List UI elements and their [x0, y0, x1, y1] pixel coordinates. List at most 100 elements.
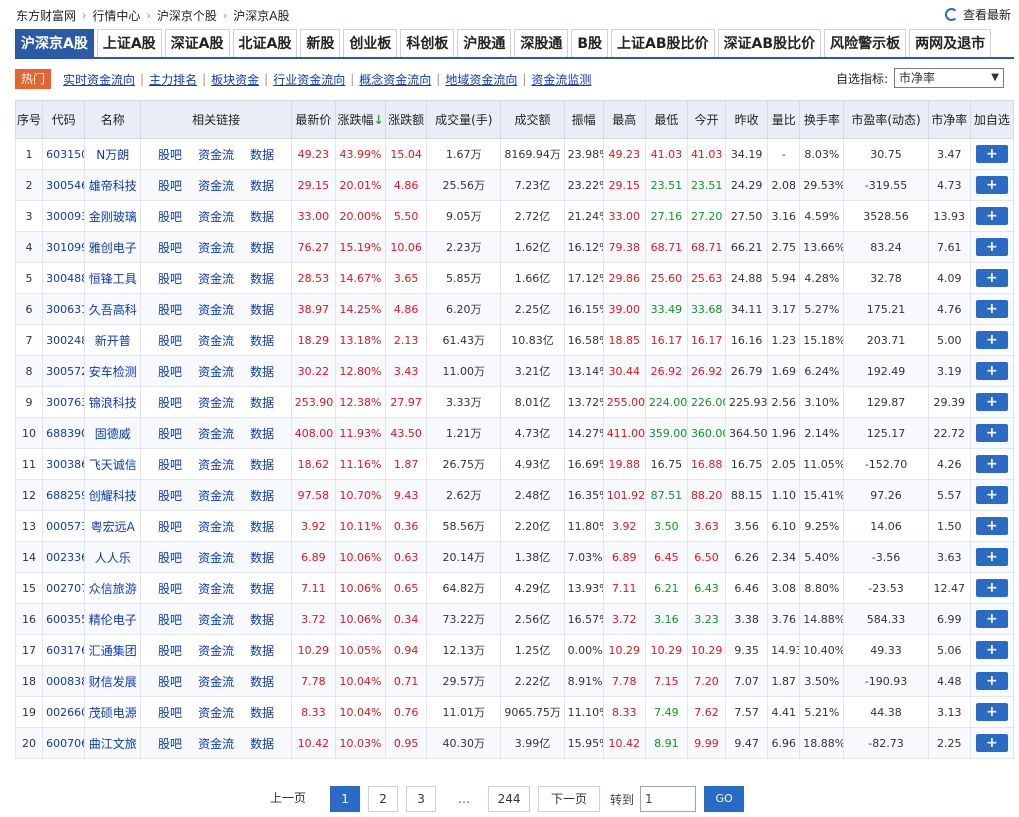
related-link[interactable]: 数据 — [250, 644, 274, 658]
add-favorite-button[interactable]: + — [975, 517, 1008, 535]
column-header[interactable]: 代码 — [42, 100, 86, 139]
related-link[interactable]: 数据 — [250, 706, 274, 720]
related-link[interactable]: 股吧 — [158, 272, 182, 286]
stock-name-link[interactable]: 粤宏远A — [84, 510, 142, 542]
related-link[interactable]: 数据 — [250, 613, 274, 627]
related-link[interactable]: 资金流 — [198, 148, 234, 162]
stock-code-link[interactable]: 300488 — [42, 262, 86, 294]
related-link[interactable]: 数据 — [250, 582, 274, 596]
breadcrumb-item[interactable]: 沪深京A股 — [233, 7, 289, 24]
related-link[interactable]: 资金流 — [198, 737, 234, 751]
column-header[interactable]: 最新价 — [290, 100, 336, 139]
related-link[interactable]: 资金流 — [198, 706, 234, 720]
stock-name-link[interactable]: 金刚玻璃 — [84, 200, 142, 232]
related-link[interactable]: 数据 — [250, 179, 274, 193]
column-header[interactable]: 加自选 — [969, 100, 1015, 139]
related-link[interactable]: 资金流 — [198, 520, 234, 534]
stock-code-link[interactable]: 301099 — [42, 231, 86, 263]
add-favorite-button[interactable]: + — [975, 207, 1008, 225]
go-button[interactable]: GO — [704, 786, 745, 812]
prev-page-button[interactable]: 上一页 — [270, 786, 307, 812]
related-link[interactable]: 资金流 — [198, 334, 234, 348]
breadcrumb-item[interactable]: 东方财富网 — [16, 7, 76, 24]
related-link[interactable]: 数据 — [250, 241, 274, 255]
related-link[interactable]: 资金流 — [198, 582, 234, 596]
column-header[interactable]: 涨跌幅↓ — [334, 100, 387, 139]
stock-code-link[interactable]: 300248 — [42, 324, 86, 356]
hot-link[interactable]: 资金流监测 — [531, 71, 591, 88]
related-link[interactable]: 股吧 — [158, 179, 182, 193]
related-link[interactable]: 数据 — [250, 520, 274, 534]
column-header[interactable]: 成交额 — [500, 100, 565, 139]
stock-name-link[interactable]: 雅创电子 — [84, 231, 142, 263]
hot-link[interactable]: 概念资金流向 — [359, 71, 431, 88]
related-link[interactable]: 股吧 — [158, 334, 182, 348]
add-favorite-button[interactable]: + — [975, 362, 1008, 380]
stock-code-link[interactable]: 002660 — [42, 696, 86, 728]
stock-code-link[interactable]: 000573 — [42, 510, 86, 542]
page-last[interactable]: 244 — [488, 786, 531, 812]
stock-name-link[interactable]: 固德威 — [84, 417, 142, 449]
related-link[interactable]: 数据 — [250, 210, 274, 224]
stock-code-link[interactable]: 300093 — [42, 200, 86, 232]
stock-name-link[interactable]: 雄帝科技 — [84, 169, 142, 201]
stock-name-link[interactable]: 飞天诚信 — [84, 448, 142, 480]
indicator-select[interactable]: 市净率 ▼ — [894, 68, 1004, 88]
add-favorite-button[interactable]: + — [975, 455, 1008, 473]
related-link[interactable]: 资金流 — [198, 675, 234, 689]
add-favorite-button[interactable]: + — [975, 672, 1008, 690]
market-tab[interactable]: 深股通 — [514, 29, 569, 57]
market-tab[interactable]: 深证A股 — [164, 29, 230, 57]
column-header[interactable]: 名称 — [84, 100, 142, 139]
add-favorite-button[interactable]: + — [975, 579, 1008, 597]
related-link[interactable]: 股吧 — [158, 303, 182, 317]
stock-name-link[interactable]: 曲江文旅 — [84, 727, 142, 759]
stock-name-link[interactable]: 创耀科技 — [84, 479, 142, 511]
related-link[interactable]: 数据 — [250, 675, 274, 689]
stock-name-link[interactable]: 汇通集团 — [84, 634, 142, 666]
related-link[interactable]: 资金流 — [198, 272, 234, 286]
related-link[interactable]: 资金流 — [198, 458, 234, 472]
hot-link[interactable]: 行业资金流向 — [273, 71, 345, 88]
stock-name-link[interactable]: 茂硕电源 — [84, 696, 142, 728]
related-link[interactable]: 股吧 — [158, 241, 182, 255]
add-favorite-button[interactable]: + — [975, 145, 1008, 163]
related-link[interactable]: 股吧 — [158, 427, 182, 441]
add-favorite-button[interactable]: + — [975, 548, 1008, 566]
column-header[interactable]: 市净率 — [927, 100, 971, 139]
column-header[interactable]: 换手率 — [799, 100, 845, 139]
stock-code-link[interactable]: 300386 — [42, 448, 86, 480]
column-header[interactable]: 今开 — [686, 100, 727, 139]
stock-name-link[interactable]: 财信发展 — [84, 665, 142, 697]
page-number-button[interactable]: 1 — [330, 786, 361, 812]
market-tab[interactable]: 沪深京A股 — [15, 29, 94, 57]
related-link[interactable]: 股吧 — [158, 582, 182, 596]
page-number-button[interactable]: 2 — [368, 786, 399, 812]
market-tab[interactable]: B股 — [571, 29, 609, 57]
stock-name-link[interactable]: 新开普 — [84, 324, 142, 356]
column-header[interactable]: 昨收 — [725, 100, 769, 139]
related-link[interactable]: 股吧 — [158, 520, 182, 534]
related-link[interactable]: 数据 — [250, 303, 274, 317]
column-header[interactable]: 最低 — [644, 100, 688, 139]
column-header[interactable]: 振幅 — [563, 100, 604, 139]
market-tab[interactable]: 创业板 — [343, 29, 398, 57]
add-favorite-button[interactable]: + — [975, 331, 1008, 349]
market-tab[interactable]: 深证AB股比价 — [717, 29, 822, 57]
stock-name-link[interactable]: 众信旅游 — [84, 572, 142, 604]
add-favorite-button[interactable]: + — [975, 610, 1008, 628]
page-number-button[interactable]: 3 — [406, 786, 437, 812]
stock-code-link[interactable]: 002707 — [42, 572, 86, 604]
breadcrumb-item[interactable]: 行情中心 — [92, 7, 140, 24]
related-link[interactable]: 股吧 — [158, 489, 182, 503]
stock-name-link[interactable]: 恒锋工具 — [84, 262, 142, 294]
stock-name-link[interactable]: 久吾高科 — [84, 293, 142, 325]
related-link[interactable]: 股吧 — [158, 148, 182, 162]
stock-code-link[interactable]: 300631 — [42, 293, 86, 325]
related-link[interactable]: 数据 — [250, 272, 274, 286]
related-link[interactable]: 股吧 — [158, 396, 182, 410]
related-link[interactable]: 资金流 — [198, 489, 234, 503]
column-header[interactable]: 相关链接 — [140, 100, 292, 139]
stock-code-link[interactable]: 688259 — [42, 479, 86, 511]
related-link[interactable]: 资金流 — [198, 613, 234, 627]
